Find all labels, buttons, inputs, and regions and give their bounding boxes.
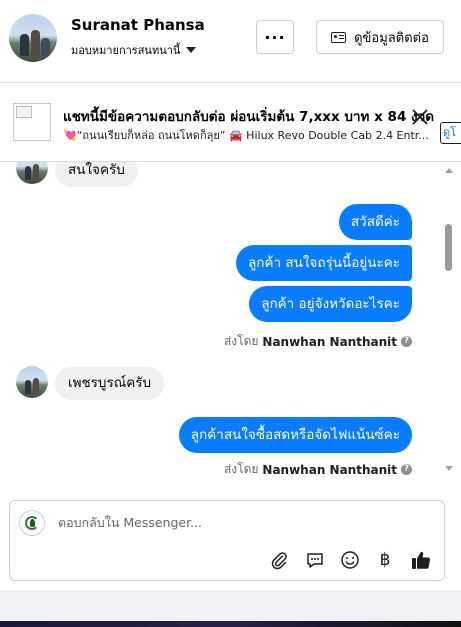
sent-by-label: ส่งโดย Nanwhan Nanthanit ?: [224, 460, 412, 479]
sent-by-label: ส่งโดย Nanwhan Nanthanit ?: [224, 332, 412, 351]
sent-by-prefix: ส่งโดย: [223, 462, 259, 476]
ad-thumbnail-image[interactable]: [13, 103, 51, 141]
sent-by-agent: Nanwhan Nanthanit: [262, 462, 397, 477]
info-icon[interactable]: ?: [401, 464, 412, 475]
scroll-down-icon[interactable]: [445, 466, 453, 471]
more-icon: ···: [264, 27, 286, 47]
scrollbar-thumb[interactable]: [445, 224, 452, 271]
chat-bubble-icon[interactable]: [304, 549, 326, 571]
ad-context-banner: แชทนี้มีข้อความตอบกลับต่อ ผ่อนเริ่มต้น 7…: [0, 83, 461, 162]
ad-subtitle: 💘“ถนนเรียบก็หล่อ ถนนโหดก็ลุย” 🚘 Hilux Re…: [63, 129, 429, 142]
view-ad-link[interactable]: ดูโ: [440, 122, 461, 144]
thumbs-up-icon[interactable]: [410, 549, 432, 571]
outgoing-message[interactable]: ลูกค้า อยู่จังหวัดอะไรคะ: [249, 286, 412, 322]
avatar: [16, 162, 48, 184]
thread-scrollbar[interactable]: [441, 162, 456, 492]
ad-title: แชทนี้มีข้อความตอบกลับต่อ ผ่อนเริ่มต้น 7…: [63, 109, 434, 125]
baht-icon[interactable]: ฿: [374, 549, 396, 571]
incoming-message[interactable]: สนใจครับ: [55, 162, 138, 187]
more-options-button[interactable]: ···: [256, 20, 294, 54]
chevron-down-icon: [186, 47, 197, 53]
sent-by-agent: Nanwhan Nanthanit: [262, 334, 397, 349]
assign-label: มอบหมายการสนทนานี้: [71, 44, 181, 57]
avatar: [16, 366, 48, 398]
contact-card-icon: [331, 31, 347, 43]
outgoing-message[interactable]: ลูกค้าสนใจซื้อสดหรือจัดไฟแน้นซ์คะ: [178, 417, 412, 453]
incoming-message[interactable]: เพชรบูรณ์ครับ: [55, 367, 165, 400]
assign-conversation-dropdown[interactable]: มอบหมายการสนทนานี้: [71, 41, 197, 59]
message-thread: สนใจครับ สวัสดีค่ะ ลูกค้า สนใจถรุ่นนี้อย…: [0, 162, 441, 492]
conversation-header: Suranat Phansa มอบหมายการสนทนานี้ ··· ดู…: [0, 0, 461, 83]
reply-composer: ฿: [9, 500, 445, 581]
scroll-up-icon[interactable]: [445, 168, 453, 173]
view-contact-button[interactable]: ดูข้อมูลติดต่อ: [316, 20, 444, 54]
view-contact-label: ดูข้อมูลติดต่อ: [354, 30, 429, 46]
page-avatar: [19, 510, 45, 536]
avatar[interactable]: [9, 14, 57, 62]
outgoing-message[interactable]: ลูกค้า สนใจถรุ่นนี้อยู่นะคะ: [236, 245, 412, 281]
reply-input[interactable]: [58, 515, 418, 530]
close-icon[interactable]: [410, 107, 430, 127]
sent-by-prefix: ส่งโดย: [223, 334, 259, 348]
info-icon[interactable]: ?: [401, 336, 412, 347]
emoji-icon[interactable]: [339, 549, 361, 571]
contact-name[interactable]: Suranat Phansa: [71, 16, 205, 34]
outgoing-message[interactable]: สวัสดีค่ะ: [338, 204, 412, 240]
taskbar-edge: [0, 621, 461, 627]
paperclip-icon[interactable]: [268, 549, 290, 571]
